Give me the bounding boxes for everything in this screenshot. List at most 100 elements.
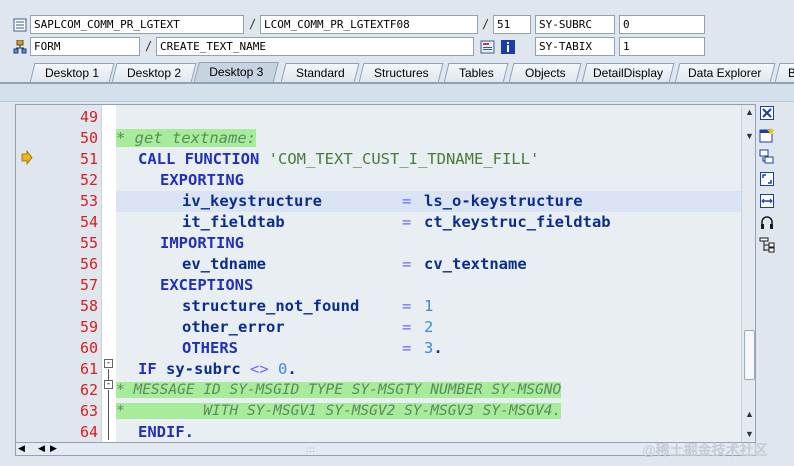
line-number: 60	[79, 339, 98, 357]
line-number: 62	[79, 381, 98, 399]
sysvar-value-field[interactable]: 0	[619, 15, 705, 34]
line-number: 57	[79, 276, 98, 294]
maximize-icon[interactable]	[758, 170, 776, 188]
event-name-field[interactable]: CREATE_TEXT_NAME	[156, 37, 474, 56]
headset-icon[interactable]	[758, 214, 776, 232]
tab-data-explorer[interactable]: Data Explorer	[674, 63, 776, 83]
param-name: iv_keystructure	[182, 192, 322, 210]
param-value: ls_o-keystructure	[424, 192, 583, 210]
scroll-right-icon[interactable]: ▶	[50, 443, 57, 454]
code-line: 63 * WITH SY-MSGV1 SY-MSGV2 SY-MSGV3 SY-…	[16, 401, 755, 422]
line-number: 61	[79, 360, 98, 378]
code-line: 56 ev_tdname = cv_textname	[16, 254, 755, 275]
variable: sy-subrc	[166, 360, 241, 378]
tab-structures[interactable]: Structures	[358, 63, 444, 83]
watermark: @稀土掘金技术社区	[642, 442, 768, 458]
new-window-icon[interactable]	[758, 126, 776, 144]
form-info-row: FORM / CREATE_TEXT_NAME SY-TABIX 1	[0, 37, 794, 57]
scroll-up-small-icon[interactable]: ▲	[745, 409, 754, 419]
tab-desktop-2[interactable]: Desktop 2	[111, 63, 197, 83]
line-number: 51	[79, 150, 98, 168]
keyword: IF	[138, 360, 157, 378]
structure-icon[interactable]	[758, 236, 776, 254]
string-literal: 'COM_TEXT_CUST_I_TDNAME_FILL'	[268, 150, 540, 168]
line-number: 52	[79, 171, 98, 189]
display-source-icon[interactable]	[480, 39, 496, 55]
status-bar	[0, 458, 794, 466]
sysvar-name-field-2[interactable]: SY-TABIX	[535, 37, 615, 56]
scroll-up-icon[interactable]: ▲	[745, 107, 754, 117]
operator: <>	[250, 360, 269, 378]
tab-standard[interactable]: Standard	[280, 63, 360, 83]
param-value: cv_textname	[424, 255, 527, 273]
resize-horizontal-icon[interactable]	[758, 192, 776, 210]
operator: =	[402, 255, 412, 273]
event-type-field[interactable]: FORM	[30, 37, 140, 56]
editor-right-toolbar	[758, 104, 778, 254]
line-field[interactable]: 51	[493, 15, 531, 34]
operator: =	[402, 213, 412, 231]
code-line: 53 iv_keystructure = ls_o-keystructure	[16, 191, 755, 212]
code-line: 51 CALL FUNCTION 'COM_TEXT_CUST_I_TDNAME…	[16, 149, 755, 170]
desktop-tabstrip: Desktop 1 Desktop 2 Desktop 3 Standard S…	[0, 60, 794, 84]
separator-slash: /	[249, 17, 257, 31]
param-value: 1	[424, 297, 434, 315]
line-number: 56	[79, 255, 98, 273]
vertical-scrollbar[interactable]: ▲ ▼ ▲ ▼	[741, 105, 755, 443]
toolbar-strip	[0, 84, 794, 102]
scroll-down-icon[interactable]: ▼	[745, 429, 754, 439]
tab-tables[interactable]: Tables	[443, 63, 509, 83]
keyword: EXCEPTIONS	[160, 276, 254, 294]
split-view-icon[interactable]	[758, 148, 776, 166]
tab-detaildisplay[interactable]: DetailDisplay	[581, 63, 675, 83]
scrollbar-thumb[interactable]	[744, 330, 755, 380]
hierarchy-icon[interactable]	[12, 39, 28, 55]
tab-more[interactable]: B	[774, 63, 794, 83]
tab-desktop-3[interactable]: Desktop 3	[193, 62, 279, 84]
scroll-left-icon[interactable]: ◀	[38, 443, 45, 454]
scrollbar-grip[interactable]: :::	[306, 445, 316, 454]
sysvar-value-field-2[interactable]: 1	[619, 37, 705, 56]
tab-objects[interactable]: Objects	[508, 63, 582, 83]
line-number: 49	[79, 108, 98, 126]
program-info-row: SAPLCOM_COMM_PR_LGTEXT / LCOM_COMM_PR_LG…	[0, 15, 794, 35]
statement-end: .	[287, 360, 297, 378]
line-number: 53	[79, 192, 98, 210]
program-list-icon[interactable]	[12, 17, 28, 33]
line-number: 64	[79, 423, 98, 441]
keyword: CALL FUNCTION	[138, 150, 260, 168]
line-number: 59	[79, 318, 98, 336]
code-line: 52 EXPORTING	[16, 170, 755, 191]
info-icon[interactable]	[500, 39, 516, 55]
operator: =	[402, 297, 412, 315]
code-line: 59 other_error = 2	[16, 317, 755, 338]
statement-end: .	[433, 339, 443, 357]
param-name: ev_tdname	[182, 255, 266, 273]
param-value: ct_keystruc_fieldtab	[424, 213, 611, 231]
tab-desktop-1[interactable]: Desktop 1	[29, 63, 115, 83]
operator: =	[402, 318, 412, 336]
close-editor-icon[interactable]	[758, 104, 776, 122]
comment-text: * WITH SY-MSGV1 SY-MSGV2 SY-MSGV3 SY-MSG…	[116, 403, 562, 419]
comment-text: * get textname:	[116, 129, 256, 147]
source-code-editor[interactable]: - - 49 50 * get textname: 51 CALL FUNCTI…	[15, 104, 756, 444]
code-line: 61 IF sy-subrc <> 0.	[16, 359, 755, 380]
code-line: 50 * get textname:	[16, 128, 755, 149]
scroll-down-small-icon[interactable]: ▼	[745, 131, 754, 141]
line-number: 55	[79, 234, 98, 252]
scroll-left-end-icon[interactable]: ◀	[18, 443, 25, 454]
sysvar-name-field[interactable]: SY-SUBRC	[535, 15, 615, 34]
line-number: 54	[79, 213, 98, 231]
separator-slash: /	[145, 39, 153, 53]
code-line: 62 * MESSAGE ID SY-MSGID TYPE SY-MSGTY N…	[16, 380, 755, 401]
code-line: 55 IMPORTING	[16, 233, 755, 254]
number-literal: 0	[278, 360, 288, 378]
param-name: structure_not_found	[182, 297, 360, 315]
keyword: IMPORTING	[160, 234, 244, 252]
include-field[interactable]: LCOM_COMM_PR_LGTEXTF08	[260, 15, 478, 34]
code-line: 60 OTHERS = 3.	[16, 338, 755, 359]
line-number: 58	[79, 297, 98, 315]
param-name: other_error	[182, 318, 285, 336]
keyword: OTHERS	[182, 339, 238, 357]
program-field[interactable]: SAPLCOM_COMM_PR_LGTEXT	[30, 15, 244, 34]
